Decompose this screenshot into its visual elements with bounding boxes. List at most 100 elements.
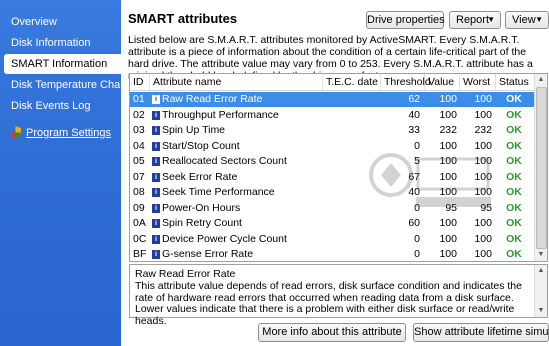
- chevron-down-icon: ▼: [535, 15, 543, 24]
- smart-attributes-table[interactable]: ID Attribute name T.E.C. date Threshold …: [129, 73, 548, 262]
- row-value: 95: [445, 201, 457, 214]
- col-header-value[interactable]: Value: [425, 74, 460, 90]
- info-icon: i: [152, 203, 160, 213]
- row-attribute-name: Reallocated Sectors Count: [162, 155, 287, 167]
- row-status: OK: [506, 139, 522, 152]
- row-worst: 100: [474, 93, 492, 105]
- table-row[interactable]: 0C i Device Power Cycle Count 0 100 100 OK: [130, 232, 535, 247]
- row-id: 01: [133, 93, 145, 105]
- row-worst: 100: [474, 248, 492, 260]
- row-worst: 95: [480, 201, 492, 214]
- sidebar-item-disk-temperature-chart[interactable]: Disk Temperature Chart: [0, 75, 127, 95]
- col-header-worst[interactable]: Worst: [460, 74, 496, 90]
- scroll-up-icon[interactable]: ▲: [535, 74, 547, 86]
- row-status: OK: [506, 186, 522, 198]
- row-worst: 100: [474, 186, 492, 198]
- scroll-down-icon[interactable]: ▼: [535, 305, 547, 317]
- view-button[interactable]: View ▼: [505, 11, 549, 29]
- sidebar: Overview Disk Information SMART Informat…: [0, 0, 127, 346]
- row-attribute-name: G-sense Error Rate: [162, 248, 254, 260]
- row-id: 08: [133, 186, 145, 198]
- lifetime-simulation-button[interactable]: Show attribute lifetime simulation: [413, 323, 549, 342]
- details-scrollbar[interactable]: ▲ ▼: [534, 265, 547, 317]
- table-row[interactable]: 04 i Start/Stop Count 0 100 100 OK: [130, 139, 535, 154]
- row-id: BF: [133, 248, 147, 260]
- col-header-tec-date[interactable]: T.E.C. date: [323, 74, 381, 90]
- row-id: 07: [133, 170, 145, 183]
- sidebar-item-smart-information[interactable]: SMART Information: [4, 54, 121, 74]
- row-status: OK: [506, 93, 522, 105]
- info-icon: i: [152, 188, 160, 197]
- row-id: 05: [133, 155, 145, 167]
- sidebar-item-program-settings[interactable]: Program Settings: [0, 123, 121, 143]
- col-header-id[interactable]: ID: [130, 74, 150, 90]
- row-threshold: 0: [414, 248, 420, 260]
- row-value: 100: [439, 248, 457, 260]
- scrollbar-thumb[interactable]: [536, 87, 547, 249]
- row-status: OK: [506, 201, 522, 214]
- table-row[interactable]: 02 i Throughput Performance 40 100 100 OK: [130, 108, 535, 123]
- row-value: 100: [439, 170, 457, 183]
- row-threshold: 0: [414, 139, 420, 152]
- info-icon: i: [152, 219, 160, 228]
- report-label: Report: [456, 14, 490, 26]
- row-id: 0C: [133, 232, 147, 245]
- row-value: 100: [439, 108, 457, 121]
- row-id: 09: [133, 201, 145, 214]
- row-value: 100: [439, 186, 457, 198]
- more-info-button[interactable]: More info about this attribute: [258, 323, 406, 342]
- chevron-down-icon: ▼: [487, 15, 495, 24]
- col-header-status[interactable]: Status: [496, 74, 535, 90]
- page-title: SMART attributes: [128, 11, 238, 26]
- sidebar-item-overview[interactable]: Overview: [0, 12, 121, 32]
- info-icon: i: [152, 234, 160, 244]
- sidebar-item-disk-events-log[interactable]: Disk Events Log: [0, 96, 121, 116]
- info-icon: i: [152, 110, 160, 120]
- sidebar-item-disk-information[interactable]: Disk Information: [0, 33, 121, 53]
- col-header-threshold[interactable]: Threshold: [381, 74, 431, 90]
- main-panel: SMART attributes Drive properties Report…: [121, 0, 549, 346]
- table-row[interactable]: 05 i Reallocated Sectors Count 5 100 100 OK: [130, 154, 535, 169]
- report-button[interactable]: Report ▼: [449, 11, 501, 29]
- row-threshold: 40: [408, 186, 420, 198]
- drive-properties-button[interactable]: Drive properties: [366, 11, 445, 29]
- row-status: OK: [506, 170, 522, 183]
- scroll-down-icon[interactable]: ▼: [535, 249, 547, 261]
- row-worst: 100: [474, 139, 492, 152]
- row-worst: 100: [474, 232, 492, 245]
- attribute-details-box: Raw Read Error Rate This attribute value…: [129, 264, 548, 326]
- table-row[interactable]: 07 i Seek Error Rate 67 100 100 OK: [130, 170, 535, 185]
- row-worst: 232: [474, 124, 492, 136]
- row-value: 100: [439, 217, 457, 229]
- row-value: 100: [439, 155, 457, 167]
- row-worst: 100: [474, 155, 492, 167]
- scroll-up-icon[interactable]: ▲: [535, 265, 547, 277]
- table-row[interactable]: 03 i Spin Up Time 33 232 232 OK: [130, 123, 535, 138]
- row-status: OK: [506, 232, 522, 245]
- row-worst: 100: [474, 108, 492, 121]
- row-value: 100: [439, 93, 457, 105]
- row-value: 232: [439, 124, 457, 136]
- col-header-attribute-name[interactable]: Attribute name: [150, 74, 323, 90]
- table-scrollbar[interactable]: ▲ ▼: [534, 74, 547, 261]
- row-value: 100: [439, 139, 457, 152]
- table-row[interactable]: 01 i Raw Read Error Rate 62 100 100 OK: [130, 92, 535, 107]
- row-status: OK: [506, 108, 522, 121]
- info-icon: i: [152, 126, 160, 135]
- row-id: 02: [133, 108, 145, 121]
- info-icon: i: [152, 157, 160, 166]
- table-row[interactable]: BF i G-sense Error Rate 0 100 100 OK: [130, 247, 535, 261]
- row-attribute-name: Spin Up Time: [162, 124, 226, 136]
- table-row[interactable]: 08 i Seek Time Performance 40 100 100 OK: [130, 185, 535, 200]
- row-threshold: 0: [414, 201, 420, 214]
- info-icon: i: [152, 172, 160, 182]
- row-threshold: 60: [408, 217, 420, 229]
- row-threshold: 33: [408, 124, 420, 136]
- details-title: Raw Read Error Rate: [135, 268, 236, 280]
- row-attribute-name: Raw Read Error Rate: [162, 93, 263, 105]
- row-threshold: 40: [408, 108, 420, 121]
- table-row[interactable]: 09 i Power-On Hours 0 95 95 OK: [130, 201, 535, 216]
- row-attribute-name: Start/Stop Count: [162, 139, 240, 152]
- table-row[interactable]: 0A i Spin Retry Count 60 100 100 OK: [130, 216, 535, 231]
- row-status: OK: [506, 155, 522, 167]
